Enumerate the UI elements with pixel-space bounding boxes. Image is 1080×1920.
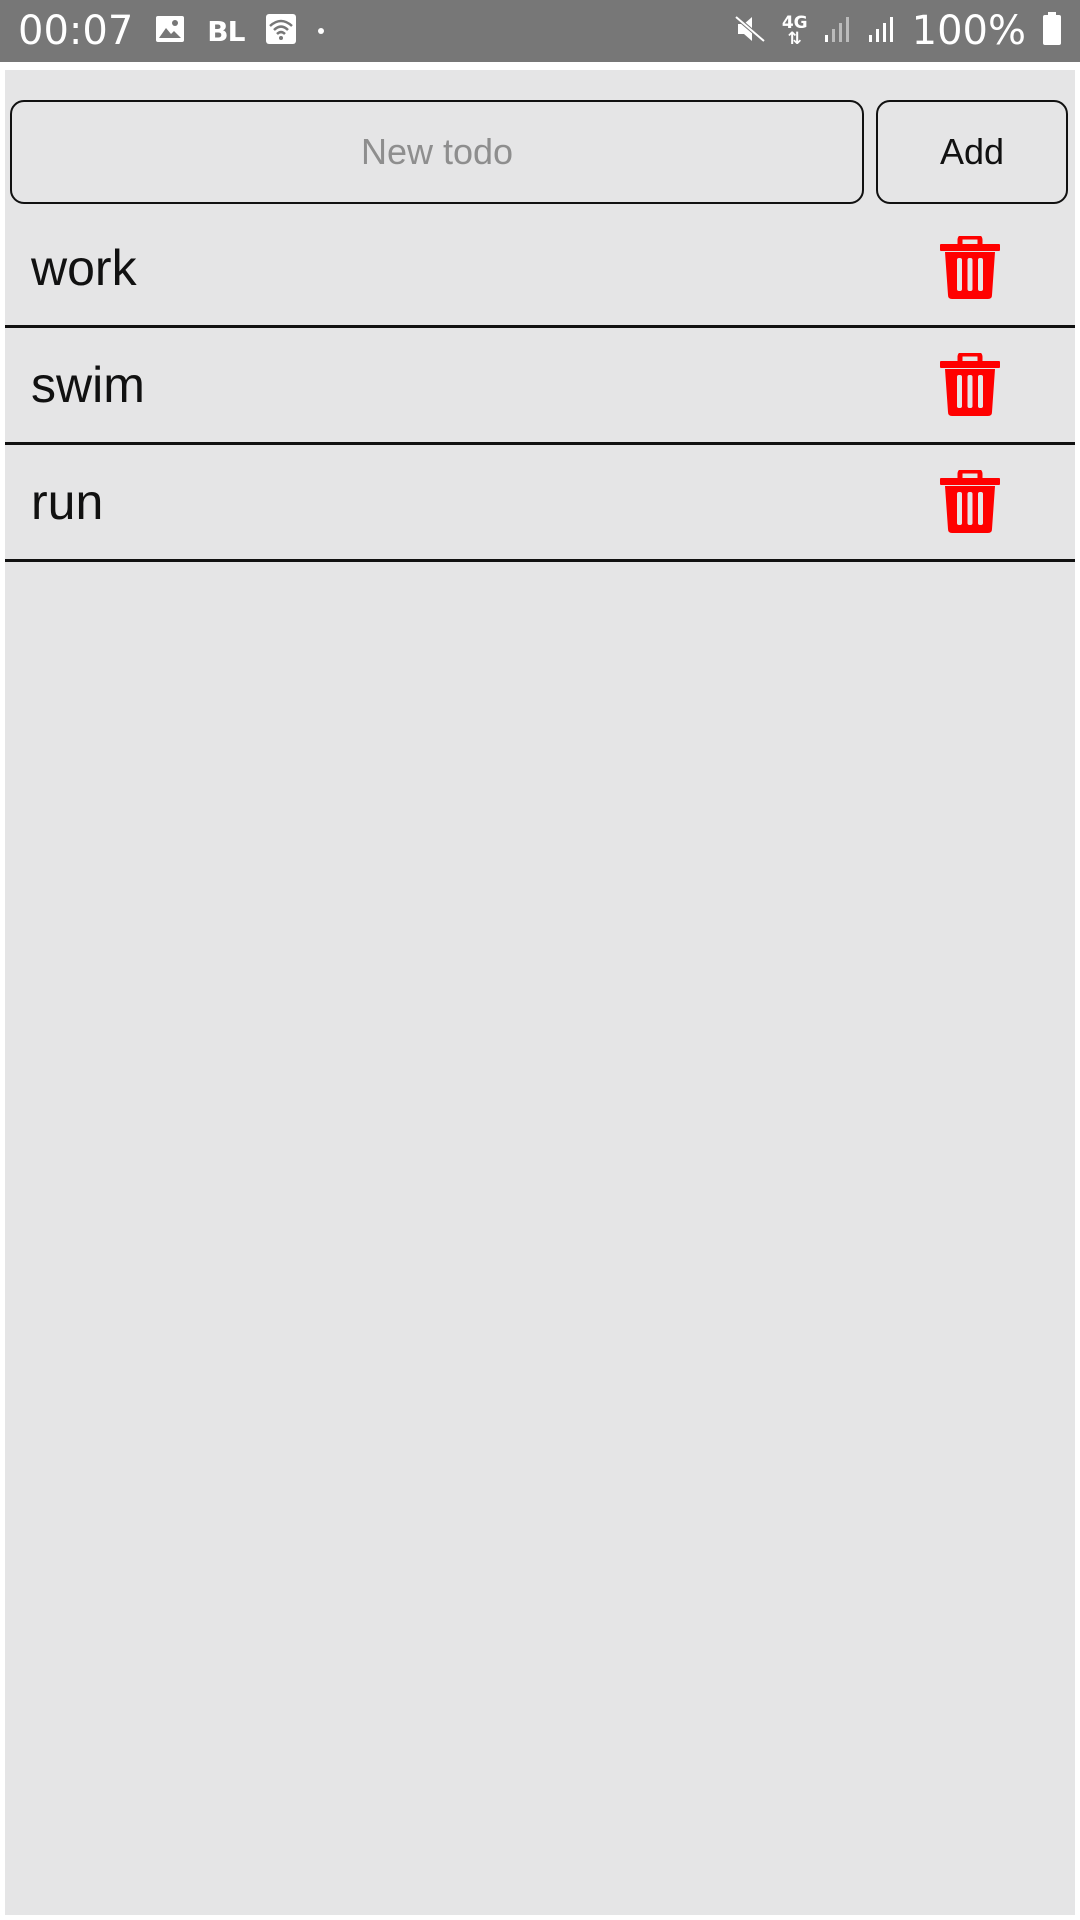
bl-badge: BL — [207, 14, 245, 48]
todo-app: Add work swim — [5, 70, 1075, 1915]
delete-button[interactable] — [935, 467, 1005, 537]
add-button[interactable]: Add — [876, 100, 1068, 204]
new-todo-input[interactable] — [10, 100, 864, 204]
battery-icon — [1042, 11, 1062, 51]
signal-icon-2 — [868, 15, 896, 48]
todo-list: work swim run — [5, 211, 1075, 562]
status-bar: 00:07 BL 4G ⇅ 100% — [0, 0, 1080, 62]
signal-icon-1 — [824, 15, 852, 48]
dot-icon — [318, 28, 325, 34]
delete-button[interactable] — [935, 350, 1005, 420]
battery-percent: 100% — [911, 8, 1026, 54]
todo-text: swim — [31, 357, 145, 413]
todo-item: run — [5, 445, 1075, 562]
status-right-icons: 4G ⇅ 100% — [734, 8, 1062, 54]
wifi-icon — [266, 13, 297, 49]
todo-item: work — [5, 211, 1075, 328]
trash-icon — [940, 236, 1000, 299]
data-arrows: ⇅ — [787, 29, 802, 49]
status-time: 00:07 — [18, 8, 134, 54]
image-icon — [155, 15, 185, 48]
todo-item: swim — [5, 328, 1075, 445]
status-left-icons: BL — [155, 13, 325, 49]
todo-text: run — [31, 474, 104, 530]
trash-icon — [940, 353, 1000, 416]
input-row: Add — [10, 100, 1072, 204]
trash-icon — [940, 470, 1000, 533]
todo-text: work — [31, 240, 137, 296]
delete-button[interactable] — [935, 233, 1005, 303]
mute-icon — [734, 13, 766, 50]
4g-icon: 4G ⇅ — [782, 15, 808, 49]
